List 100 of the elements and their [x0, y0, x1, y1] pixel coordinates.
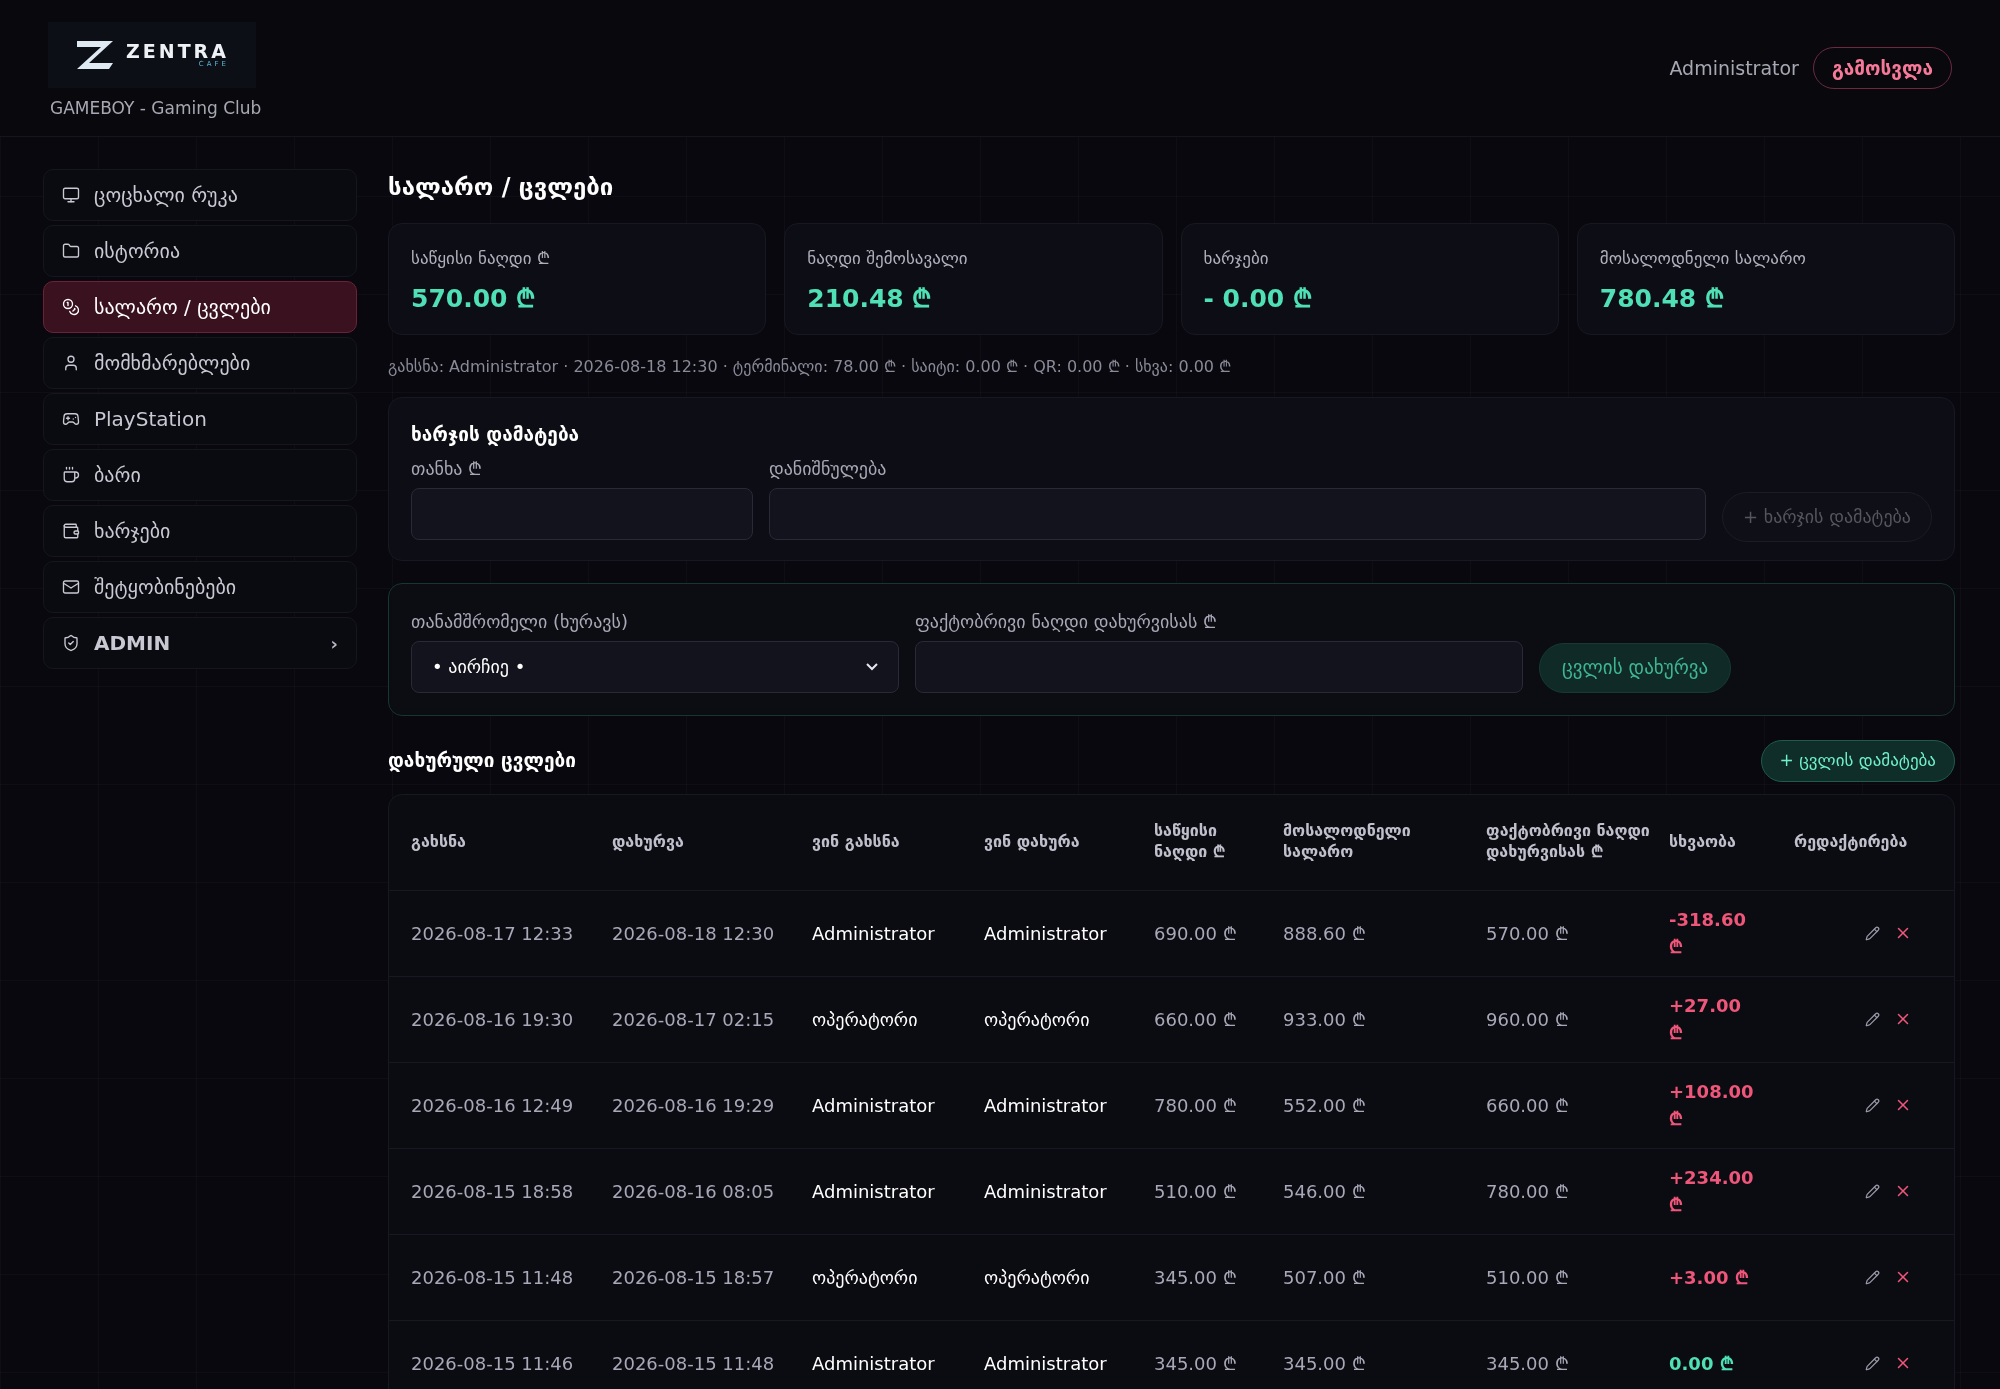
sidebar-item[interactable]: PlayStation: [43, 393, 357, 445]
page-title: სალარო / ცვლები: [388, 172, 615, 203]
column-header: სხვაობა: [1669, 831, 1737, 853]
employee-select[interactable]: • აირჩიე •: [411, 640, 899, 693]
table-cell-text: 2026-08-18 12:30: [612, 921, 776, 946]
cash-field[interactable]: [915, 640, 1523, 693]
purpose-label: დანიშნულება: [769, 456, 887, 481]
stat-value: 210.48 ₾: [807, 282, 932, 315]
table-cell-text: 2026-08-16 19:30: [411, 1007, 575, 1032]
table-cell-text: 510.00 ₾: [1486, 1265, 1570, 1290]
column-header: მოსალოდნელი სალარო: [1283, 821, 1412, 863]
column-header: ვინ გახსნა: [812, 831, 901, 853]
sidebar-item[interactable]: ხარჯები: [43, 505, 357, 557]
cup-icon: [62, 466, 80, 484]
sidebar-item[interactable]: ბარი: [43, 449, 357, 501]
edit-icon[interactable]: [1865, 925, 1880, 941]
table-cell-text: Administrator: [984, 1179, 1108, 1204]
edit-icon[interactable]: [1865, 1097, 1880, 1113]
table-cell-text: Administrator: [812, 1093, 936, 1118]
amount-field[interactable]: [411, 487, 753, 540]
table-cell-text: ოპერატორი: [984, 1007, 1091, 1032]
table-cell-text: ოპერატორი: [812, 1007, 919, 1032]
table-cell-text: 690.00 ₾: [1154, 921, 1238, 946]
user-name: Administrator: [1669, 55, 1799, 81]
table-cell-text: 345.00 ₾: [1154, 1351, 1238, 1376]
sidebar-item[interactable]: სალარო / ცვლები: [43, 281, 357, 333]
column-header: საწყისი ნაღდი ₾: [1154, 821, 1226, 863]
stat-value: 570.00 ₾: [411, 282, 536, 315]
cash-label: ფაქტობრივი ნაღდი დახურვისას ₾: [915, 609, 1218, 634]
logo-wordmark: ZENTRA: [126, 42, 229, 61]
table-cell-text: 660.00 ₾: [1154, 1007, 1238, 1032]
table-cell-text: 960.00 ₾: [1486, 1007, 1570, 1032]
employee-label: თანამშრომელი (ხურავს): [411, 609, 628, 634]
table-cell-text: 2026-08-17 12:33: [411, 921, 575, 946]
table-cell-text: 546.00 ₾: [1283, 1179, 1367, 1204]
stat-value: 780.48 ₾: [1599, 282, 1724, 315]
difference-cell-text: +3.00 ₾: [1669, 1265, 1749, 1290]
table-cell-text: 2026-08-17 02:15: [612, 1007, 776, 1032]
table-cell-text: 507.00 ₾: [1283, 1265, 1367, 1290]
sidebar-item[interactable]: მომხმარებლები: [43, 337, 357, 389]
difference-cell-text: +27.00 ₾: [1669, 994, 1743, 1045]
table-cell-text: 660.00 ₾: [1486, 1093, 1570, 1118]
coins-icon: [62, 298, 80, 316]
table-cell-text: 570.00 ₾: [1486, 921, 1570, 946]
sidebar-item[interactable]: ADMIN ›: [43, 617, 357, 669]
stat-value: - 0.00 ₾: [1203, 282, 1312, 315]
table-cell-text: Administrator: [812, 1351, 936, 1376]
mail-icon: [62, 578, 80, 596]
folder-icon: [62, 242, 80, 260]
user-icon: [62, 354, 80, 372]
club-name: GAMEBOY - Gaming Club: [50, 97, 262, 120]
stat-label: საწყისი ნაღდი ₾: [411, 247, 550, 270]
monitor-icon: [62, 186, 80, 204]
edit-icon[interactable]: [1865, 1269, 1880, 1285]
table-cell-text: 2026-08-16 19:29: [612, 1093, 776, 1118]
column-header: გახსნა: [411, 831, 467, 853]
table-cell-text: 552.00 ₾: [1283, 1093, 1367, 1118]
table-cell-text: 888.60 ₾: [1283, 921, 1367, 946]
column-header: რედაქტირება: [1794, 831, 1909, 853]
edit-icon[interactable]: [1865, 1011, 1880, 1027]
table-cell-text: 2026-08-15 11:48: [612, 1351, 776, 1376]
table-cell-text: 2026-08-15 11:48: [411, 1265, 575, 1290]
sidebar-item[interactable]: ცოცხალი რუკა: [43, 169, 357, 221]
amount-label: თანხა ₾: [411, 456, 483, 481]
table-cell-text: 2026-08-15 18:57: [612, 1265, 776, 1290]
difference-cell-text: 0.00 ₾: [1669, 1351, 1735, 1376]
edit-icon[interactable]: [1865, 1355, 1880, 1371]
sidebar-item[interactable]: შეტყობინებები: [43, 561, 357, 613]
stat-label: ხარჯები: [1203, 247, 1269, 270]
close-shift-button[interactable]: ცვლის დახურვა: [1539, 642, 1732, 693]
shield-icon: [62, 634, 80, 652]
table-cell-text: 780.00 ₾: [1154, 1093, 1238, 1118]
table-cell-text: 510.00 ₾: [1154, 1179, 1238, 1204]
shift-info: გახსნა: Administrator · 2026-08-18 12:30 · ტერმინალი: 78.00 ₾ · საიტი: 0.00 ₾ · QR: 0.00 ₾ · სხვა: 0.00 ₾: [388, 356, 1232, 378]
table-cell-text: 2026-08-15 18:58: [411, 1179, 575, 1204]
stat-label: ნაღდი შემოსავალი: [807, 247, 968, 270]
add-shift-button[interactable]: + ცვლის დამატება: [1760, 739, 1955, 782]
dropdown-icon: [866, 662, 878, 671]
gamepad-icon: [62, 410, 80, 428]
chevron-icon: ›: [330, 629, 338, 657]
sidebar-item[interactable]: ისტორია: [43, 225, 357, 277]
table-cell-text: 933.00 ₾: [1283, 1007, 1367, 1032]
table-cell-text: ოპერატორი: [812, 1265, 919, 1290]
table-cell-text: 2026-08-15 11:46: [411, 1351, 575, 1376]
table-cell-text: Administrator: [984, 1093, 1108, 1118]
difference-cell-text: -318.60 ₾: [1669, 908, 1747, 959]
purpose-field[interactable]: [769, 487, 1706, 540]
table-cell-text: ოპერატორი: [984, 1265, 1091, 1290]
table-cell-text: 780.00 ₾: [1486, 1179, 1570, 1204]
table-cell-text: Administrator: [984, 921, 1108, 946]
logo-mark-icon: [74, 39, 116, 71]
table-cell-text: 345.00 ₾: [1486, 1351, 1570, 1376]
edit-icon[interactable]: [1865, 1183, 1880, 1199]
column-header: ფაქტობრივი ნაღდი დახურვისას ₾: [1486, 821, 1651, 863]
stat-label: მოსალოდნელი სალარო: [1599, 247, 1806, 270]
table-cell-text: 2026-08-16 08:05: [612, 1179, 776, 1204]
column-header: დახურვა: [612, 831, 685, 853]
table-cell-text: Administrator: [812, 921, 936, 946]
expense-title: ხარჯის დამატება: [411, 422, 580, 448]
wallet-icon: [62, 522, 80, 540]
